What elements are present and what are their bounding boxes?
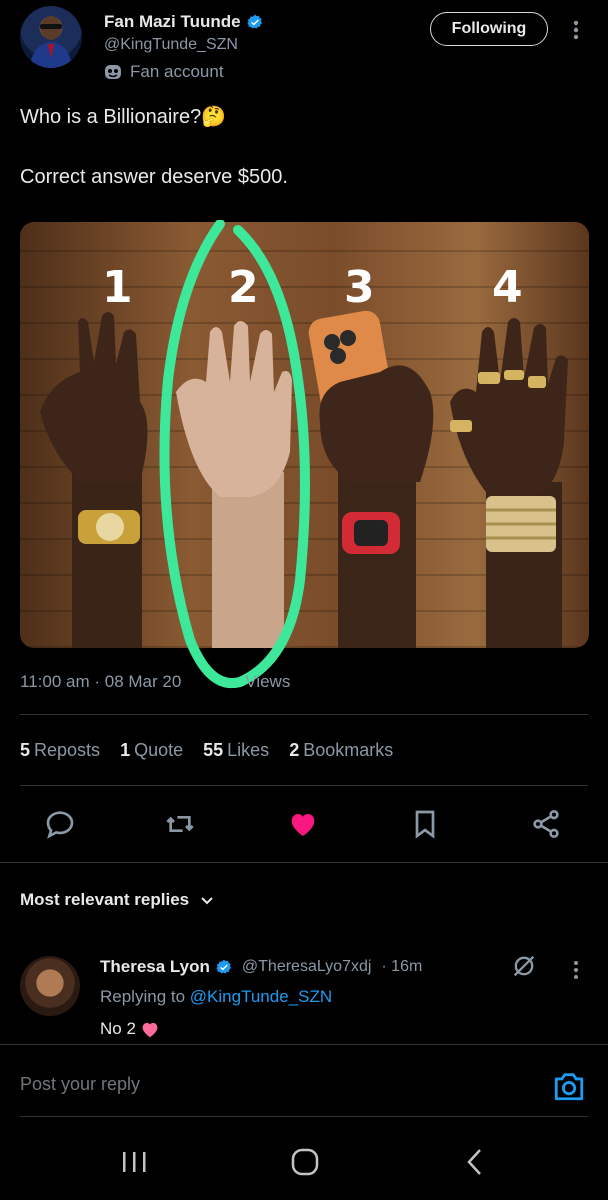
author-handle[interactable]: @KingTunde_SZN: [104, 36, 238, 54]
replying-to-handle[interactable]: @KingTunde_SZN: [190, 987, 332, 1006]
repost-icon[interactable]: [164, 808, 196, 840]
post-stats: 5 Reposts 1 Quote 55 Likes 2 Bookmarks: [20, 740, 393, 761]
image-number-3: 3: [344, 262, 375, 313]
verified-badge-icon: [247, 14, 262, 29]
verified-badge-icon: [216, 959, 231, 974]
bookmark-icon[interactable]: [409, 808, 441, 840]
divider: [0, 862, 608, 863]
grok-icon[interactable]: [510, 952, 538, 980]
post-meta: 11:00 am · 08 Mar 20 Views: [20, 672, 291, 691]
hand-4-illustration: [450, 318, 568, 648]
reply-time: · 16m: [381, 958, 423, 975]
hand-3-illustration: [308, 310, 434, 648]
reply-header: Theresa Lyon @TheresaLyo7xdj · 16m: [100, 957, 422, 977]
thinking-emoji: 🤔: [201, 106, 227, 128]
divider: [20, 714, 588, 715]
camera-icon[interactable]: [552, 1070, 586, 1102]
share-icon[interactable]: [530, 808, 562, 840]
replies-sort-label: Most relevant replies: [20, 890, 190, 909]
post-date: 08 Mar 20: [104, 672, 182, 691]
fan-account-text: Fan account: [130, 62, 224, 81]
image-number-4: 4: [492, 262, 523, 313]
divider: [20, 1116, 588, 1117]
image-number-1: 1: [102, 262, 133, 313]
chevron-down-icon: [201, 897, 213, 905]
post-time: 11:00 am: [20, 672, 90, 691]
recent-apps-icon[interactable]: [114, 1146, 154, 1178]
post-text-line2: Correct answer deserve $500.: [20, 166, 288, 188]
hand-1-illustration: [40, 312, 148, 648]
post-views-label[interactable]: Views: [245, 672, 290, 691]
heart-emoji-icon: [142, 1022, 158, 1038]
divider: [20, 785, 588, 786]
reply-compose-input[interactable]: Post your reply: [20, 1074, 140, 1095]
fan-account-label: Fan account: [104, 62, 224, 82]
post-question: Who is a Billionaire?: [20, 106, 202, 128]
back-icon[interactable]: [456, 1146, 496, 1178]
divider: [0, 1044, 608, 1045]
stat-quotes[interactable]: 1 Quote: [120, 740, 183, 761]
replying-to: Replying to @KingTunde_SZN: [100, 987, 333, 1006]
reply-text: No 2: [100, 1019, 160, 1039]
more-options-icon[interactable]: [566, 14, 586, 46]
home-icon[interactable]: [284, 1146, 324, 1178]
mask-icon: [105, 65, 121, 79]
reply-author-handle[interactable]: @TheresaLyo7xdj: [242, 958, 372, 976]
stat-bookmarks[interactable]: 2 Bookmarks: [289, 740, 393, 761]
reply-avatar[interactable]: [20, 956, 80, 1016]
author-name-row[interactable]: Fan Mazi Tuunde: [104, 12, 263, 32]
post-text-line1: Who is a Billionaire?🤔: [20, 104, 226, 129]
author-name[interactable]: Fan Mazi Tuunde: [104, 12, 241, 32]
stat-reposts[interactable]: 5 Reposts: [20, 740, 100, 761]
author-avatar[interactable]: [20, 6, 82, 68]
stat-likes[interactable]: 55 Likes: [203, 740, 269, 761]
reply-author-name[interactable]: Theresa Lyon: [100, 957, 210, 977]
like-icon[interactable]: [287, 808, 319, 840]
green-circle-annotation: [159, 220, 310, 689]
reply-icon[interactable]: [44, 808, 76, 840]
replies-sort-dropdown[interactable]: Most relevant replies: [20, 890, 215, 910]
following-button[interactable]: Following: [430, 12, 548, 46]
reply-more-options-icon[interactable]: [566, 958, 586, 982]
